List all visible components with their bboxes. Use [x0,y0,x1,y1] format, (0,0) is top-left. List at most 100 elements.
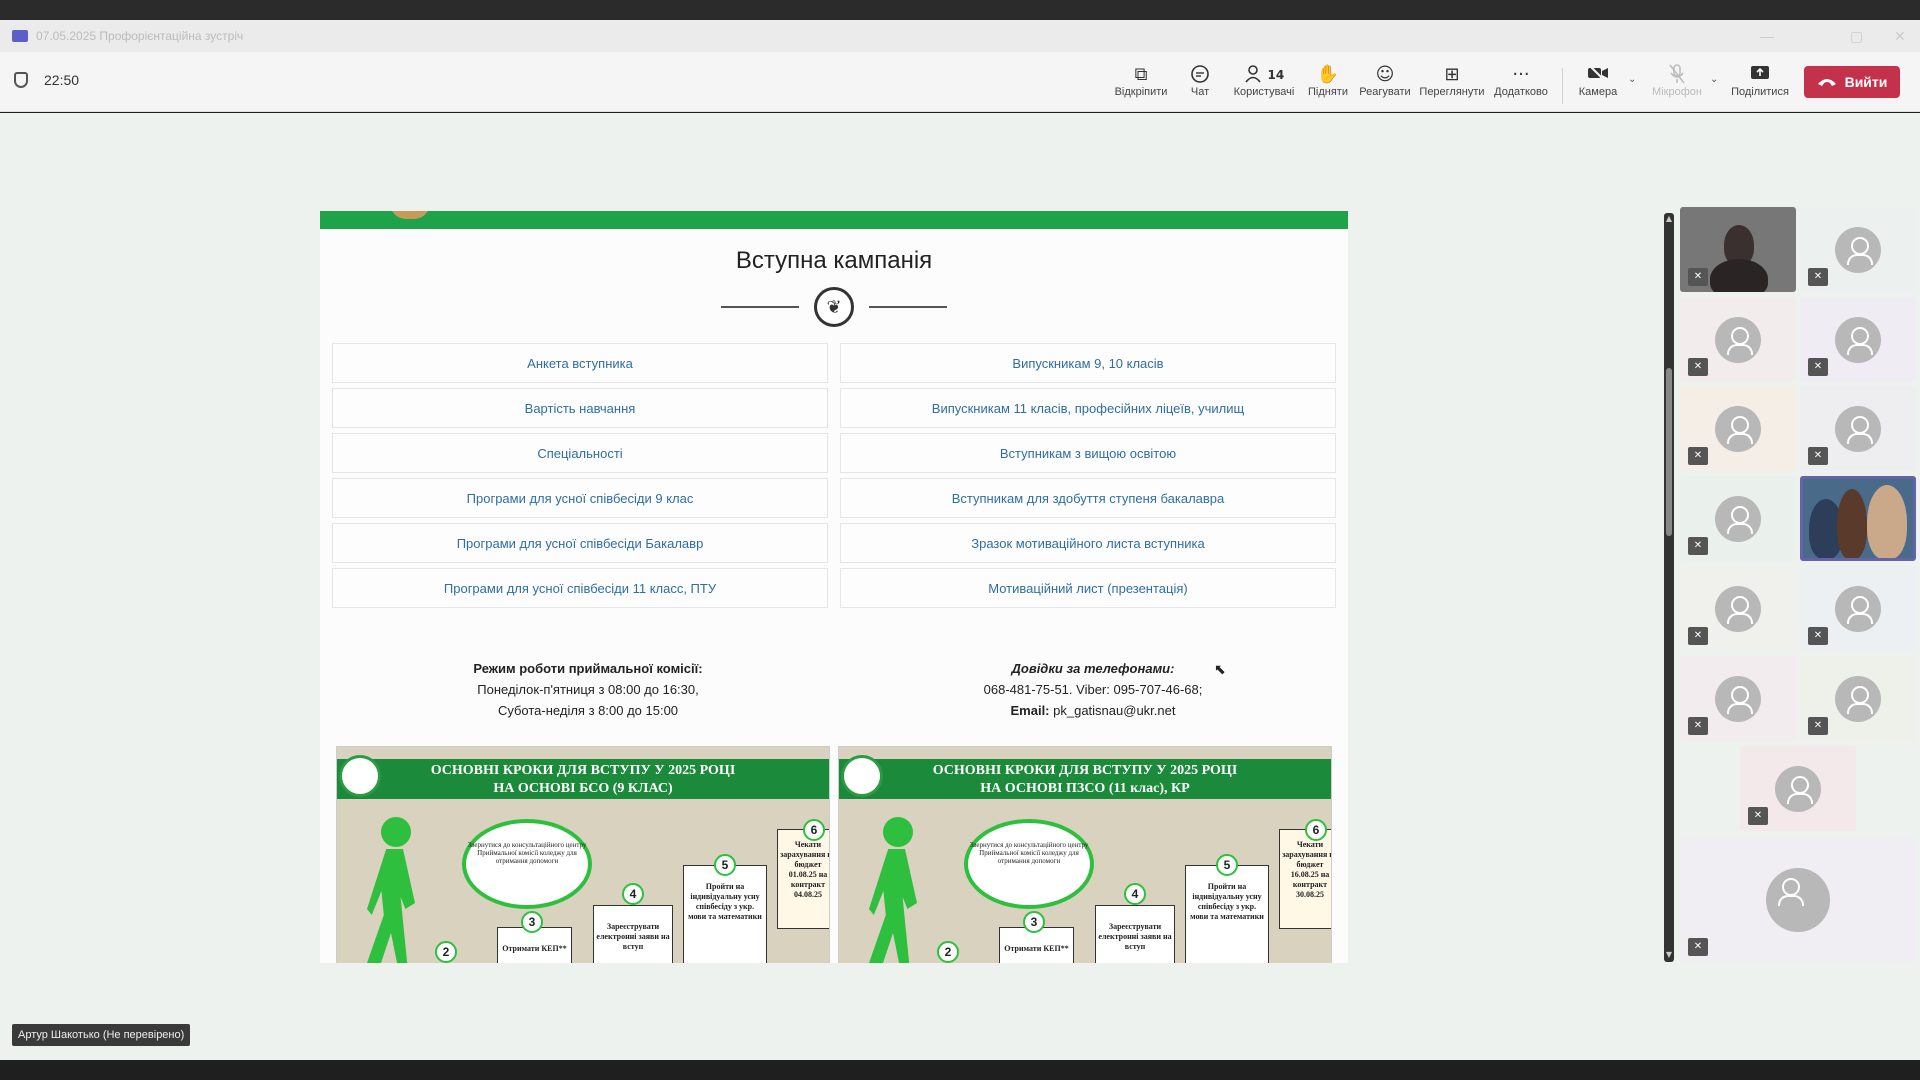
mic-muted-icon: ✕ [1808,358,1828,376]
share-label: Поділитися [1731,86,1789,98]
minimize-icon[interactable]: — [1760,28,1774,44]
participant-tile[interactable]: ✕ [1800,566,1916,651]
gallery-scrollbar[interactable] [1664,213,1674,962]
scroll-down-icon[interactable]: ▼ [1664,950,1674,959]
page-title: Вступна кампанія [735,247,933,274]
mic-options-chevron-icon[interactable]: ⌄ [1710,74,1718,85]
camera-label: Камера [1578,86,1618,98]
participant-video-body [1710,259,1768,292]
office-hours-heading: Режим роботи приймальної комісії: [473,661,703,676]
contacts: Довідки за телефонами: 068-481-75-51. Vi… [893,658,1293,721]
participant-tile[interactable]: ✕ [1800,207,1916,292]
mic-button[interactable]: Мікрофон [1645,64,1709,98]
mic-muted-icon: ✕ [1688,268,1708,286]
participant-tile-large[interactable]: ✕ [1680,838,1916,962]
participant-tile[interactable]: ✕ [1740,746,1856,831]
raise-hand-button[interactable]: ✋ Підняти [1296,64,1360,98]
participant-tile[interactable]: ✕ [1800,656,1916,741]
meeting-timer: 22:50 [44,72,80,88]
poster-step-4: Зареєструвати електронні заяви на вступ [1095,905,1175,963]
participant-tile[interactable]: ✕ [1800,386,1916,471]
office-hours: Режим роботи приймальної комісії: Понеді… [388,658,788,721]
link-interview-grade-9[interactable]: Програми для усної співбесіди 9 клас [332,478,828,518]
mic-muted-icon: ✕ [1688,358,1708,376]
step-number-5: 5 [1216,854,1238,876]
shield-icon [14,72,28,88]
avatar-icon [1835,316,1881,363]
avatar-icon [1715,495,1761,542]
participant-tile[interactable]: ✕ [1680,476,1796,561]
poster-title: ОСНОВНІ КРОКИ ДЛЯ ВСТУПУ У 2025 РОЦІ НА … [839,759,1331,799]
poster-grade-11[interactable]: ОСНОВНІ КРОКИ ДЛЯ ВСТУПУ У 2025 РОЦІ НА … [838,746,1332,963]
chat-button[interactable]: Чат [1168,64,1232,98]
participant-tile[interactable]: ✕ [1800,297,1916,382]
close-icon[interactable]: ✕ [1894,28,1906,45]
poster-step-5: Пройти на індивідуальну усну співбесіду … [1185,865,1269,963]
participant-tile[interactable]: ✕ [1680,566,1796,651]
link-motivation-letter-presentation[interactable]: Мотиваційний лист (презентація) [840,568,1336,608]
camera-options-chevron-icon[interactable]: ⌄ [1628,74,1636,85]
title-divider-left [721,306,799,308]
link-motivation-letter-sample[interactable]: Зразок мотиваційного листа вступника [840,523,1336,563]
open-button[interactable]: ⧉ Відкріпити [1109,64,1173,98]
link-grade-11-lyceums[interactable]: Випускникам 11 класів, професійних ліцеї… [840,388,1336,428]
walking-person-icon [381,817,411,847]
walking-person-body [367,849,415,963]
step-number-6: 6 [1305,819,1327,841]
link-applicant-form[interactable]: Анкета вступника [332,343,828,383]
avatar-icon [1835,675,1881,722]
office-hours-weekdays: Понеділок-п'ятниця з 08:00 до 16:30, [477,682,699,697]
participant-video-person [1837,489,1867,558]
avatar-icon [1775,765,1821,812]
mouse-cursor-icon: ⬉ [1214,662,1226,678]
participant-tile[interactable]: ✕ [1680,386,1796,471]
avatar-icon [1715,585,1761,632]
poster-grade-9[interactable]: ОСНОВНІ КРОКИ ДЛЯ ВСТУПУ У 2025 РОЦІ НА … [336,746,830,963]
link-higher-education[interactable]: Вступникам з вищою освітою [840,433,1336,473]
participant-tile[interactable]: ✕ [1680,656,1796,741]
poster-step-5: Пройти на індивідуальну усну співбесіду … [683,865,767,963]
poster-step-1: Звернутися до консультаційного центру Пр… [462,819,592,909]
meeting-title: 07.05.2025 Профорієнтаційна зустріч [36,29,244,43]
scroll-up-icon[interactable]: ▲ [1664,214,1674,223]
people-button[interactable]: 14 Користувачі [1232,64,1296,98]
email-link[interactable]: pk_gatisnau@ukr.net [1053,703,1175,718]
participant-tile-video[interactable]: ✕ [1680,207,1796,292]
more-icon: ··· [1512,64,1530,85]
link-specialties[interactable]: Спеціальності [332,433,828,473]
link-bachelor-applicants[interactable]: Вступникам для здобуття ступеня бакалавр… [840,478,1336,518]
participant-video-person [1867,485,1907,558]
email-label: Email: [1010,703,1050,718]
leave-button[interactable]: Вийти [1804,66,1900,98]
poster-title-line1: ОСНОВНІ КРОКИ ДЛЯ ВСТУПУ У 2025 РОЦІ [932,763,1238,778]
avatar-icon [1715,405,1761,452]
share-icon [1728,64,1792,86]
gallery-scroll-thumb[interactable] [1666,368,1672,536]
poster-title-line1: ОСНОВНІ КРОКИ ДЛЯ ВСТУПУ У 2025 РОЦІ [430,763,736,778]
camera-button[interactable]: Камера [1566,64,1630,98]
poster-step-6: Чекати зарахування на бюджет 16.08.25 на… [1279,829,1331,929]
participant-tile-active-speaker[interactable] [1800,476,1916,561]
pop-out-icon: ⧉ [1134,64,1148,85]
link-interview-grade-11[interactable]: Програми для усної співбесіди 11 класс, … [332,568,828,608]
participant-tile[interactable]: ✕ [1680,297,1796,382]
chat-icon [1168,64,1232,86]
link-tuition[interactable]: Вартість навчання [332,388,828,428]
camera-off-icon [1566,64,1630,86]
mic-muted-icon: ✕ [1688,447,1708,465]
share-button[interactable]: Поділитися [1728,64,1792,98]
mic-label: Мікрофон [1652,86,1702,98]
step-number-4: 4 [622,883,644,905]
avatar-icon [1715,316,1761,363]
link-interview-bachelor[interactable]: Програми для усної співбесіди Бакалавр [332,523,828,563]
more-button[interactable]: ··· Додатково [1489,64,1553,98]
mic-muted-icon: ✕ [1808,447,1828,465]
link-grade-9-10[interactable]: Випускникам 9, 10 класів [840,343,1336,383]
window-top-strip [0,0,1920,20]
maximize-icon[interactable]: ▢ [1850,28,1863,45]
react-button[interactable]: ☺ Реагувати [1353,64,1417,98]
view-button[interactable]: ⊞ Переглянути [1419,64,1485,98]
teams-logo-icon [12,30,28,42]
college-logo-icon [841,755,883,797]
presenter-name-tag: Артур Шакотько (Не перевірено) [12,1024,191,1046]
